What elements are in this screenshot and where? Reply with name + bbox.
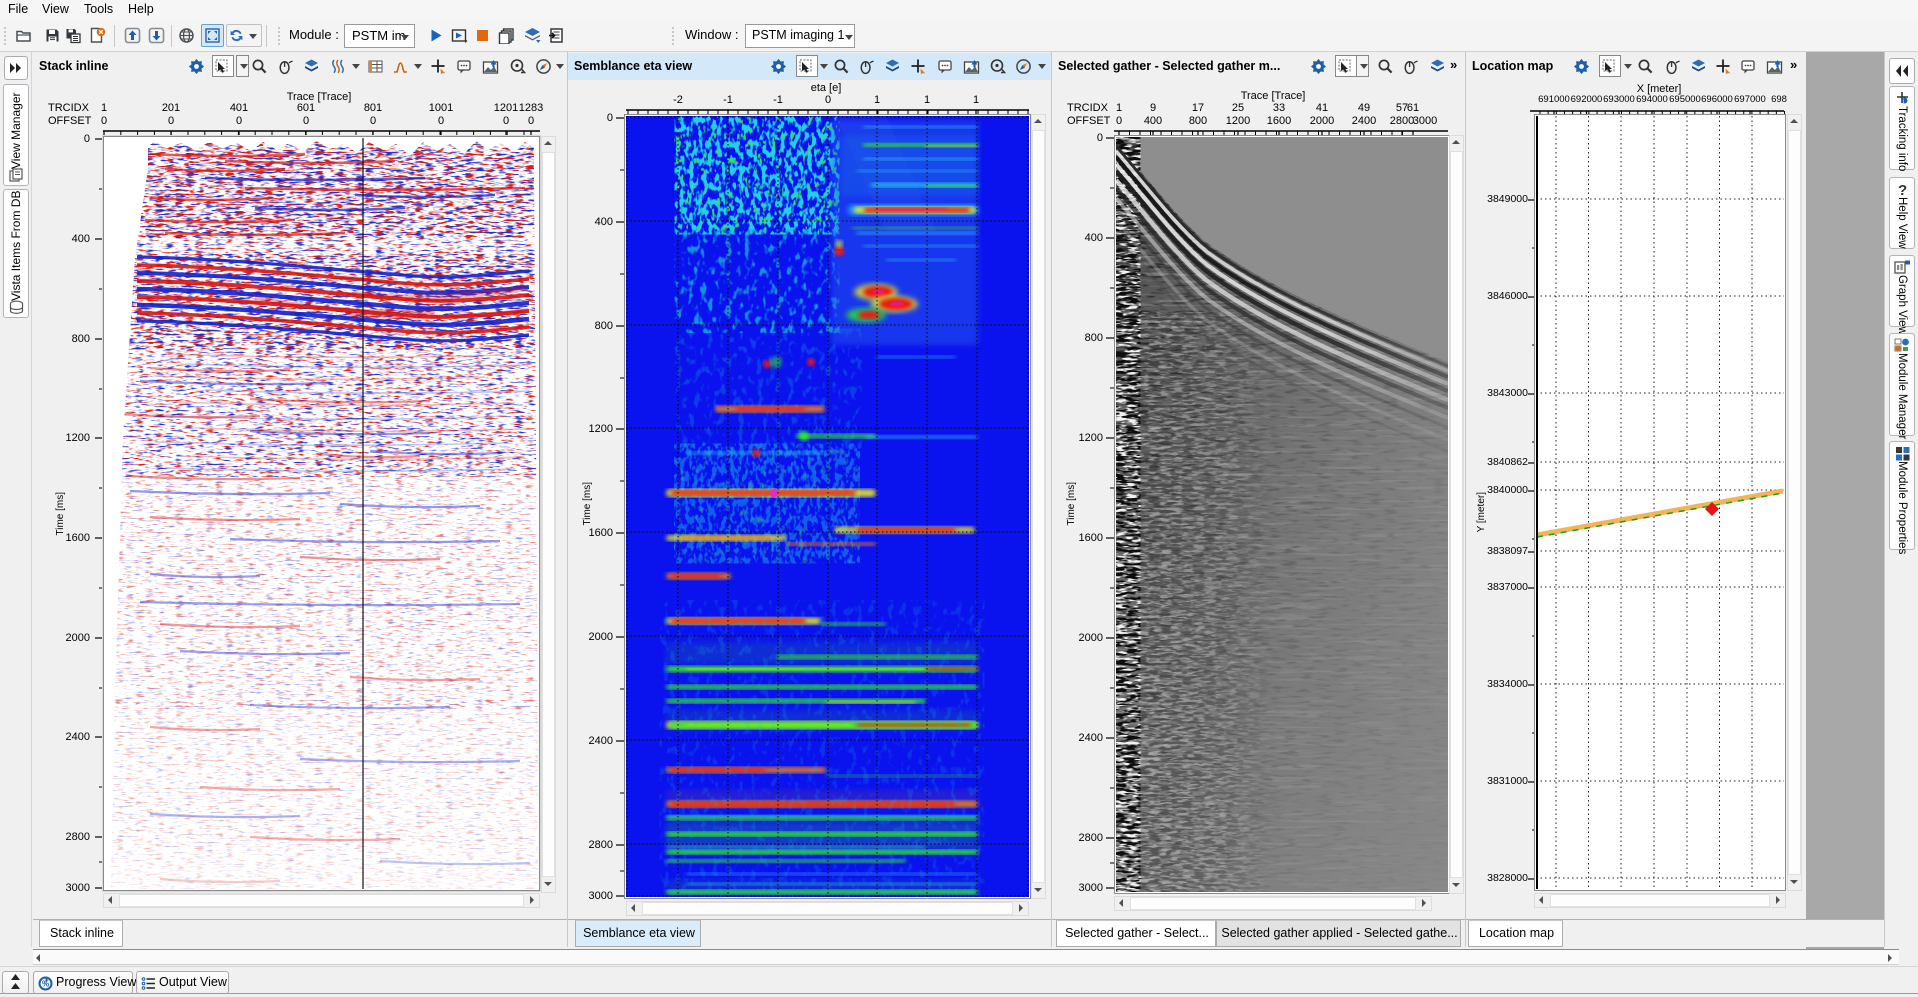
svg-text:i: i [1903, 99, 1904, 105]
svg-text:?: ? [1898, 182, 1907, 198]
svg-text:%: % [42, 980, 49, 989]
